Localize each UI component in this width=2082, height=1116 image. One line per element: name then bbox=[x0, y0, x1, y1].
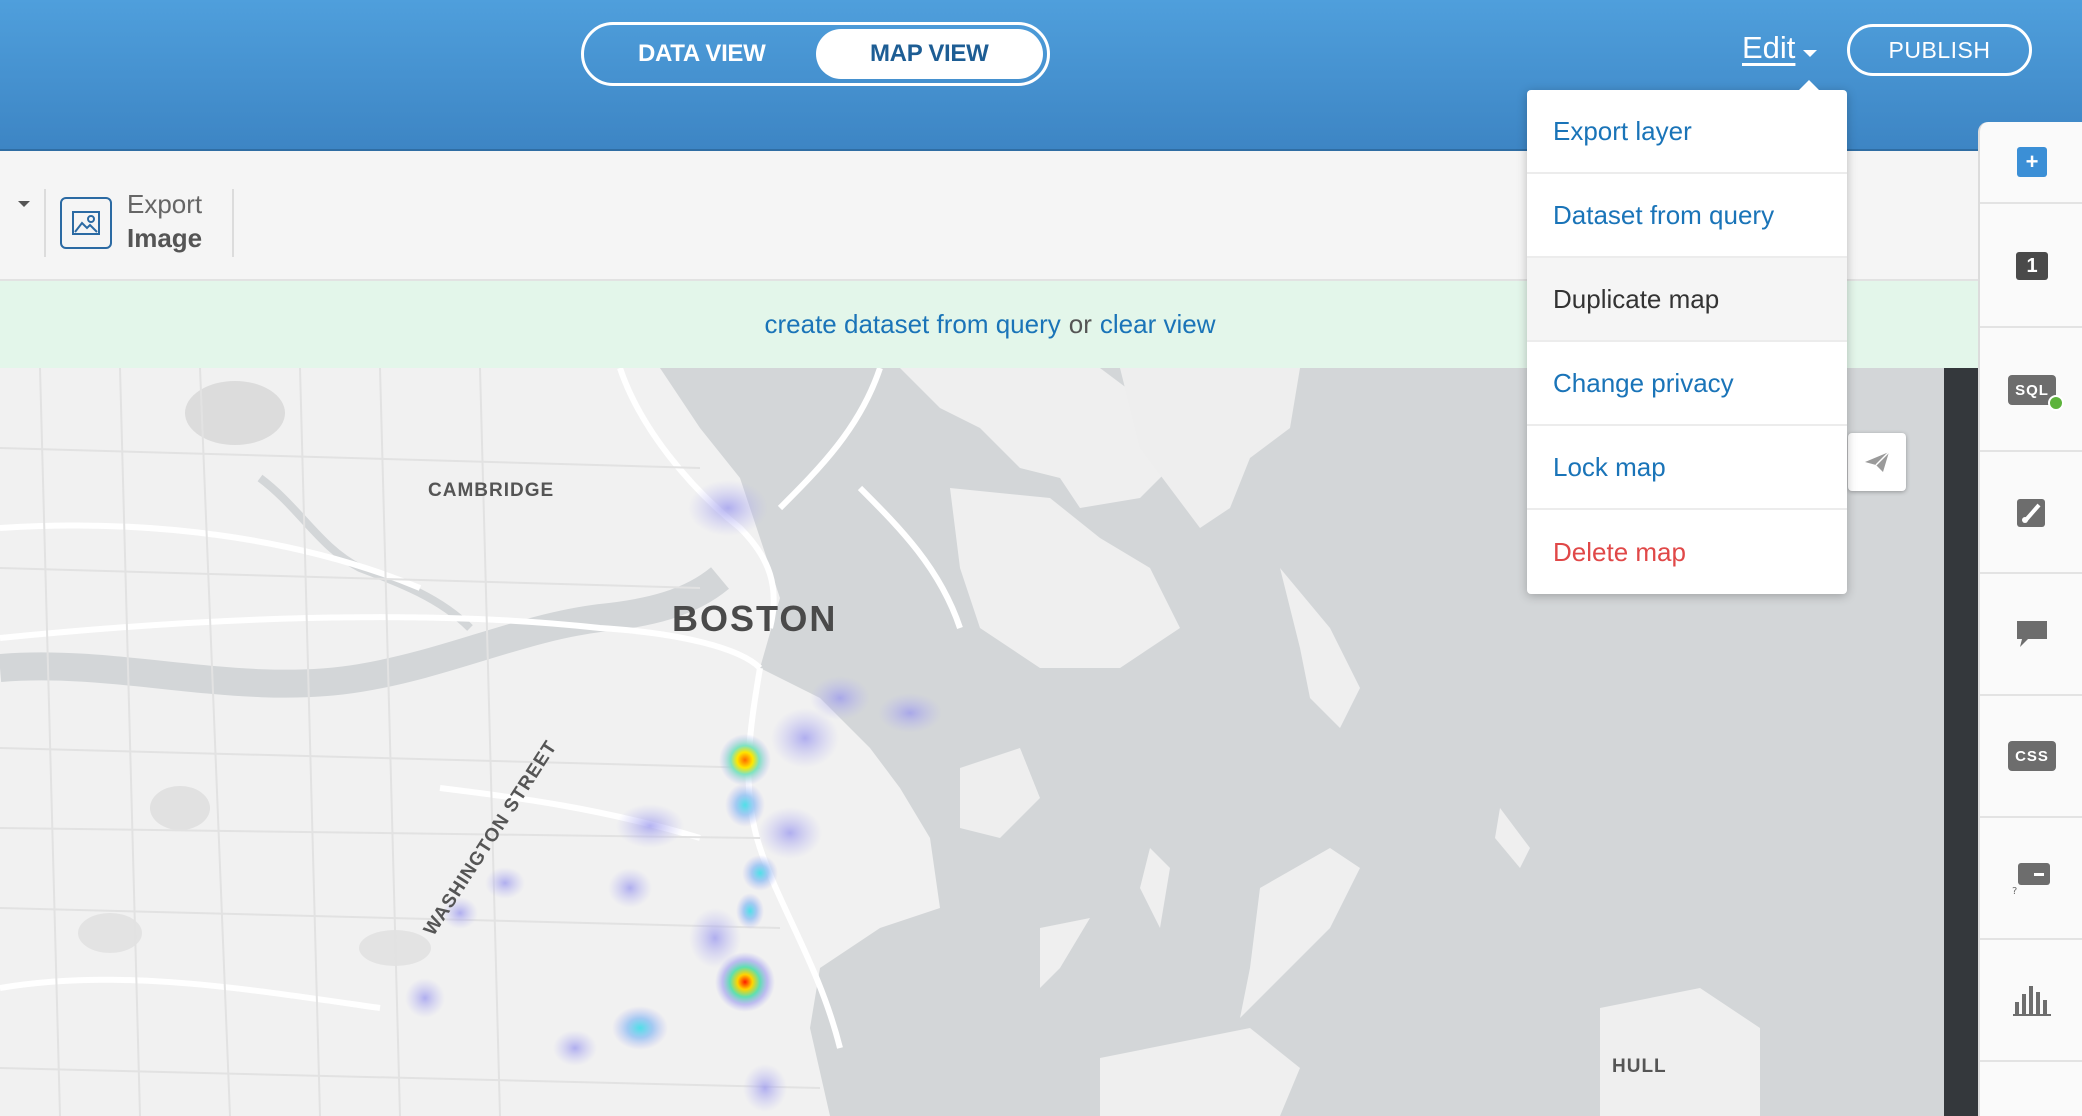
menu-item-export-layer[interactable]: Export layer bbox=[1527, 90, 1847, 174]
css-icon: CSS bbox=[2008, 741, 2056, 771]
map-view-tab[interactable]: MAP VIEW bbox=[815, 29, 1043, 79]
menu-item-dataset-from-query[interactable]: Dataset from query bbox=[1527, 174, 1847, 258]
widgets-tab[interactable] bbox=[1980, 940, 2082, 1062]
export-label-line2: Image bbox=[127, 223, 203, 253]
menu-item-duplicate-map[interactable]: Duplicate map bbox=[1527, 258, 1847, 342]
export-label-line1: Export bbox=[127, 189, 203, 219]
chevron-down-icon[interactable] bbox=[18, 201, 30, 207]
data-view-tab[interactable]: DATA VIEW bbox=[588, 29, 816, 79]
paper-plane-icon bbox=[1865, 451, 1890, 472]
brush-icon bbox=[2017, 499, 2045, 527]
map-label-boston: BOSTON bbox=[672, 598, 838, 639]
notice-separator: or bbox=[1068, 309, 1092, 339]
infowindow-tab[interactable] bbox=[1980, 574, 2082, 696]
view-toggle: DATA VIEW MAP VIEW bbox=[581, 22, 1050, 86]
caret-down-icon[interactable] bbox=[1803, 50, 1817, 57]
edit-dropdown-menu: Export layer Dataset from query Duplicat… bbox=[1527, 80, 1847, 594]
layer-tab-1[interactable]: 1 bbox=[1980, 206, 2082, 328]
sql-status-dot bbox=[2048, 395, 2064, 411]
layer-side-panel: + 1 SQL CSS ? bbox=[1978, 122, 2082, 1116]
export-image-button[interactable]: Export Image bbox=[127, 187, 202, 255]
share-button[interactable] bbox=[1848, 433, 1906, 491]
map-label-cambridge: CAMBRIDGE bbox=[428, 480, 555, 501]
svg-text:?: ? bbox=[2012, 886, 2017, 895]
toolbar-divider bbox=[232, 189, 234, 257]
create-dataset-link[interactable]: create dataset from query bbox=[765, 309, 1061, 340]
panel-edge-strip bbox=[1944, 368, 1980, 1116]
comment-icon bbox=[2017, 621, 2047, 647]
legend-icon: ? bbox=[2012, 863, 2050, 895]
plus-icon: + bbox=[2017, 147, 2047, 177]
layer-number-badge: 1 bbox=[2016, 252, 2048, 280]
edit-menu-button[interactable]: Edit bbox=[1742, 30, 1795, 66]
wizard-tab[interactable] bbox=[1980, 452, 2082, 574]
sql-icon: SQL bbox=[2008, 375, 2064, 411]
toolbar-divider bbox=[44, 189, 46, 257]
clear-view-link[interactable]: clear view bbox=[1100, 309, 1216, 340]
sql-tab[interactable]: SQL bbox=[1980, 330, 2082, 452]
map-label-hull: HULL bbox=[1612, 1056, 1667, 1077]
legend-tab[interactable]: ? bbox=[1980, 818, 2082, 940]
menu-item-lock-map[interactable]: Lock map bbox=[1527, 426, 1847, 510]
add-layer-button[interactable]: + bbox=[1980, 122, 2082, 204]
image-icon[interactable] bbox=[60, 197, 112, 249]
menu-item-delete-map[interactable]: Delete map bbox=[1527, 510, 1847, 594]
css-tab[interactable]: CSS bbox=[1980, 696, 2082, 818]
menu-item-change-privacy[interactable]: Change privacy bbox=[1527, 342, 1847, 426]
histogram-icon bbox=[2013, 986, 2051, 1016]
sql-icon-label: SQL bbox=[2015, 381, 2049, 399]
publish-button[interactable]: PUBLISH bbox=[1847, 24, 2032, 76]
